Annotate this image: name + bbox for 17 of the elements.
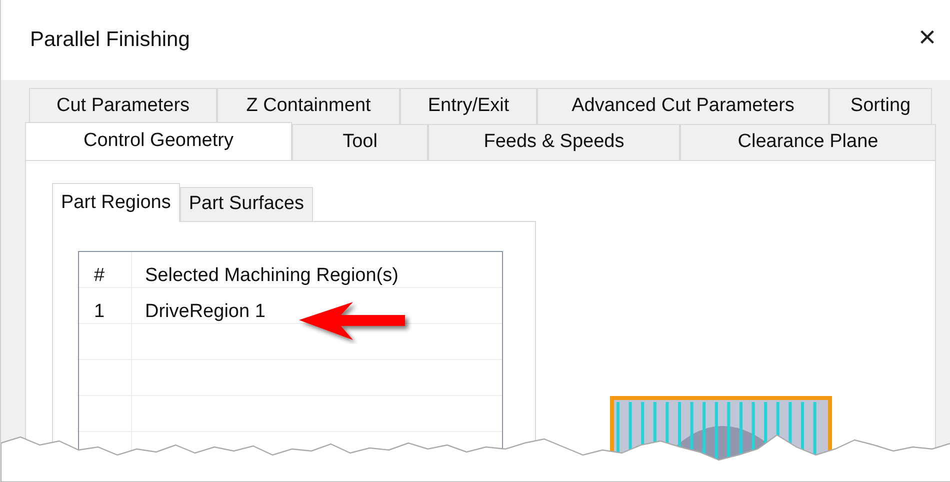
tab[interactable]: Z Containment xyxy=(217,88,400,124)
tab[interactable]: Feeds & Speeds xyxy=(428,124,680,160)
column-header: Selected Machining Region(s) xyxy=(144,264,398,287)
tab[interactable]: Advanced Cut Parameters xyxy=(537,88,829,124)
tab[interactable]: Control Geometry xyxy=(25,122,292,160)
tab[interactable]: Part Surfaces xyxy=(180,187,313,221)
tab[interactable]: Clearance Plane xyxy=(680,124,936,160)
tab[interactable]: Part Regions xyxy=(52,183,180,222)
window-title: Parallel Finishing xyxy=(30,27,190,54)
tab[interactable]: Tool xyxy=(292,124,428,160)
close-button[interactable]: × xyxy=(918,23,950,57)
column-header: # xyxy=(79,252,132,287)
region-name: DriveRegion 1 xyxy=(144,300,266,323)
tab[interactable]: Sorting xyxy=(829,88,932,124)
tab[interactable]: Cut Parameters xyxy=(29,88,217,124)
tab[interactable]: Entry/Exit xyxy=(400,88,537,124)
row-number: 1 xyxy=(79,288,132,323)
